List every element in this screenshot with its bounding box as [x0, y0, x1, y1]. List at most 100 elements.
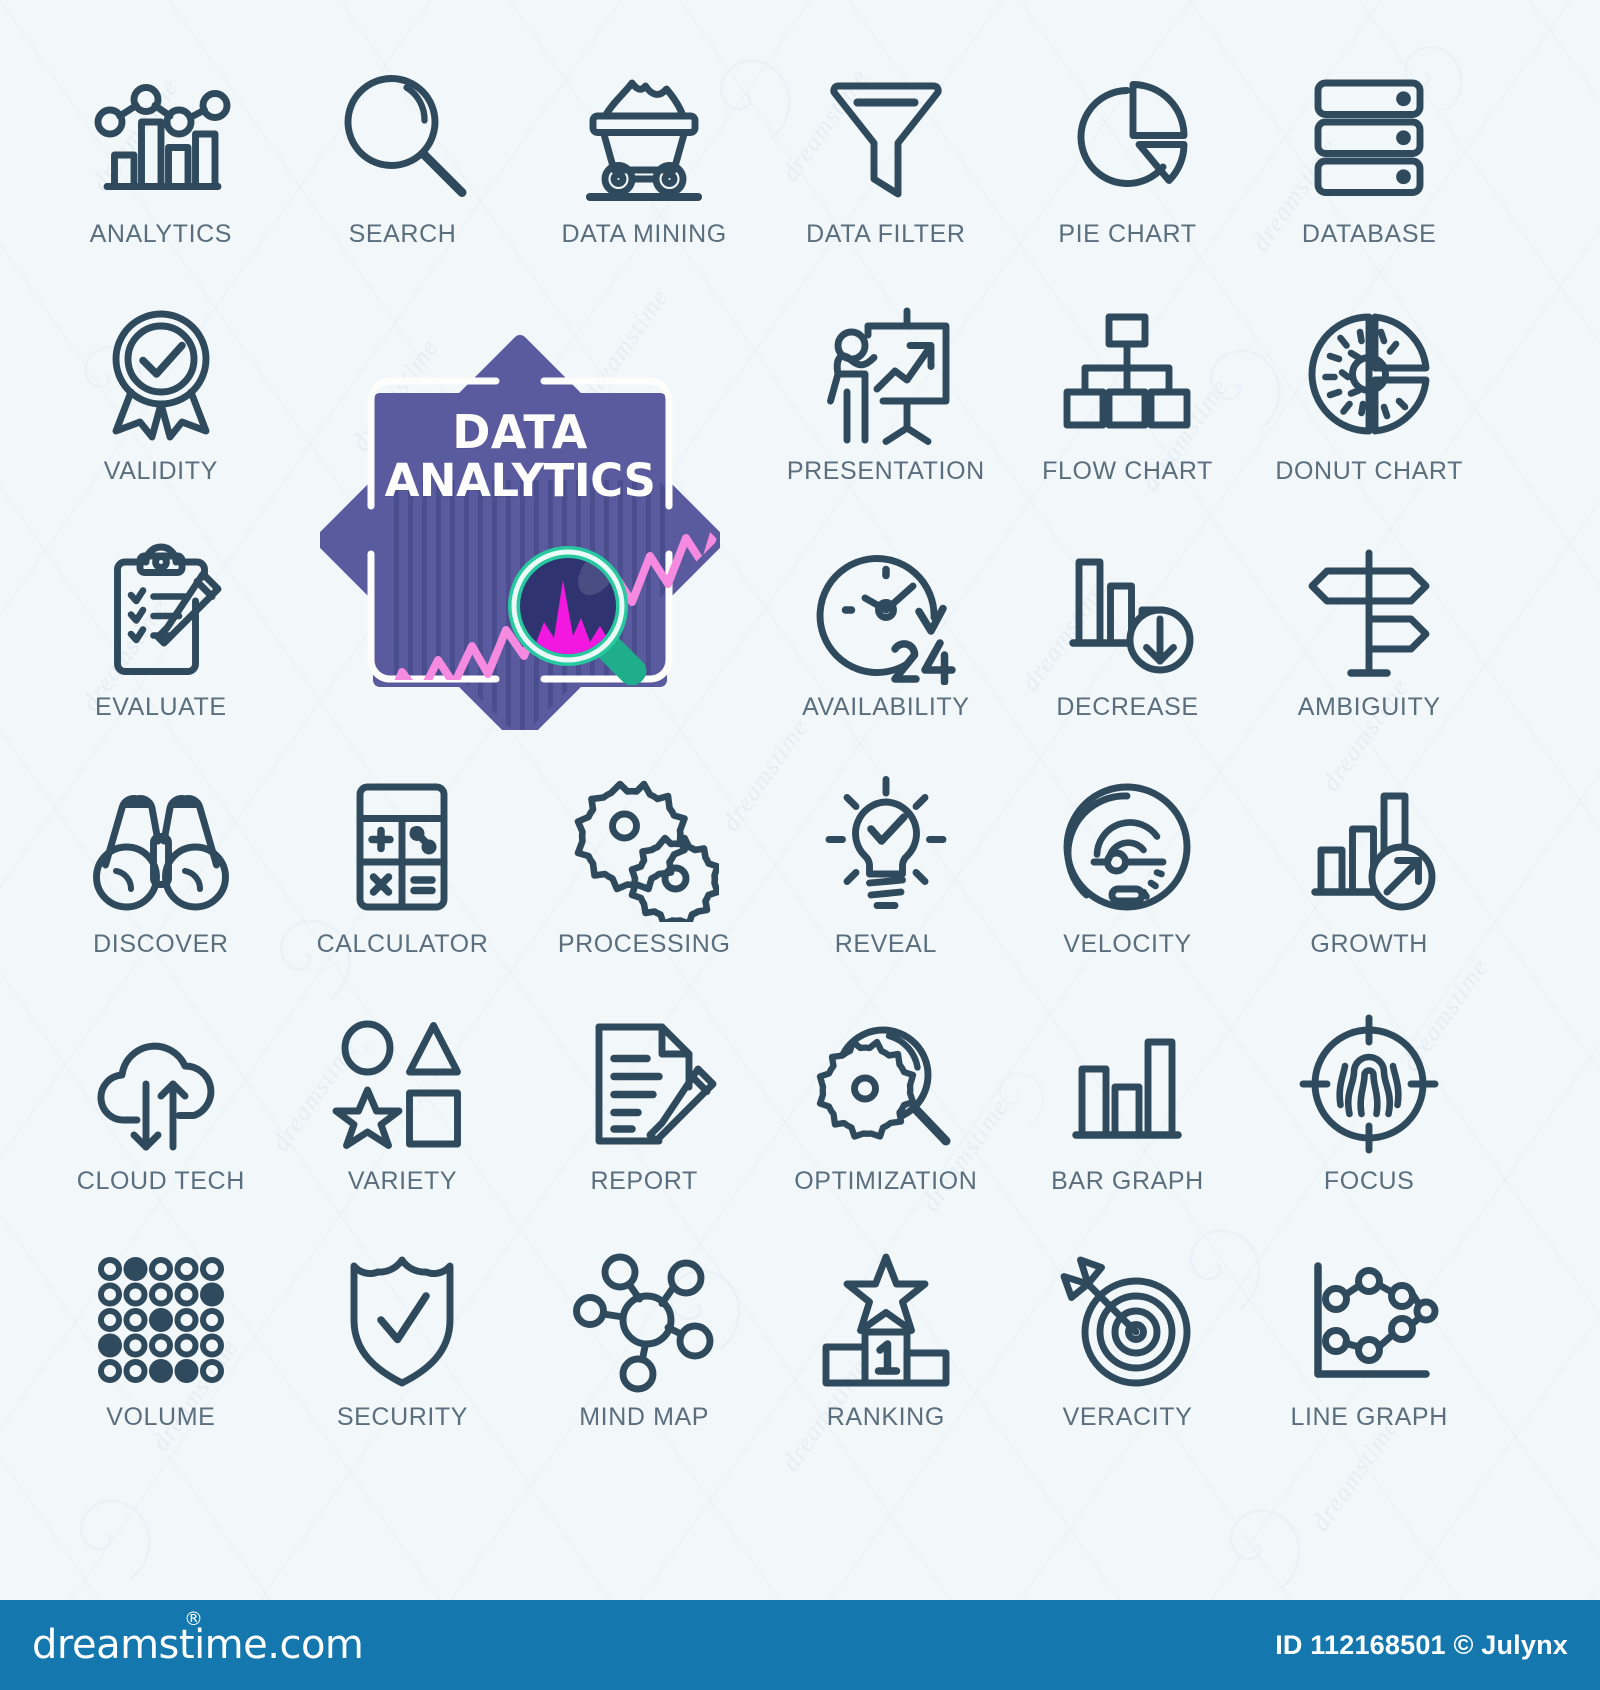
- icon-label: PIE CHART: [1058, 220, 1197, 248]
- binoculars-icon: [86, 772, 236, 922]
- icon-cell-security[interactable]: SECURITY: [282, 1223, 524, 1460]
- icon-cell-pie-chart[interactable]: PIE CHART: [1007, 40, 1249, 277]
- icon-label: BAR GRAPH: [1051, 1166, 1204, 1195]
- watermark-diagonal-line: [1520, 0, 1600, 1690]
- icon-cell-database[interactable]: DATABASE: [1248, 40, 1490, 277]
- icon-cell-growth[interactable]: GROWTH: [1248, 750, 1490, 987]
- icon-cell-line-graph[interactable]: LINE GRAPH: [1248, 1223, 1490, 1460]
- icon-cell-flow-chart[interactable]: FLOW CHART: [1007, 277, 1249, 514]
- award-check-icon: [86, 299, 236, 449]
- icon-label: OPTIMIZATION: [794, 1166, 978, 1195]
- presentation-icon: [811, 299, 961, 449]
- icon-cell-reveal[interactable]: REVEAL: [765, 750, 1007, 987]
- fingerprint-target-icon: [1294, 1009, 1444, 1159]
- icon-label: LINE GRAPH: [1290, 1403, 1448, 1432]
- icon-label: VARIETY: [347, 1166, 458, 1195]
- line-graph-icon: [1294, 1245, 1444, 1395]
- signpost-icon: [1294, 535, 1444, 685]
- icon-sheet: dreamstime dreamstime dreamstime dreamstime…: [0, 0, 1600, 1690]
- icon-label: FLOW CHART: [1042, 456, 1213, 485]
- icon-label: DECREASE: [1056, 693, 1199, 722]
- document-pencil-icon: [569, 1009, 719, 1159]
- bars-down-arrow-icon: [1052, 535, 1202, 685]
- gear-magnifier-icon: [811, 1009, 961, 1159]
- podium-star-icon: [811, 1245, 961, 1395]
- icon-label: REVEAL: [834, 930, 937, 958]
- footer-bar: dreamstime.com ® ID 112168501 © Julynx: [0, 1600, 1600, 1690]
- shapes-icon: [327, 1009, 477, 1159]
- shield-check-icon: [327, 1245, 477, 1395]
- icon-cell-data-mining[interactable]: DATA MINING: [523, 40, 765, 277]
- icon-label: DISCOVER: [93, 930, 229, 958]
- target-arrow-icon: [1052, 1245, 1202, 1395]
- icon-cell-discover[interactable]: DISCOVER: [40, 750, 282, 987]
- icon-cell-ranking[interactable]: RANKING: [765, 1223, 1007, 1460]
- icon-label: SEARCH: [348, 220, 457, 248]
- cloud-sync-icon: [86, 1009, 236, 1159]
- lightbulb-check-icon: [811, 772, 961, 922]
- funnel-icon: [811, 62, 961, 212]
- icon-label: SECURITY: [336, 1403, 469, 1432]
- icon-label: VOLUME: [106, 1403, 216, 1432]
- icon-label: VERACITY: [1062, 1403, 1193, 1432]
- icon-label: EVALUATE: [94, 693, 227, 722]
- icon-cell-search[interactable]: SEARCH: [282, 40, 524, 277]
- icon-cell-veracity[interactable]: VERACITY: [1007, 1223, 1249, 1460]
- icon-cell-availability[interactable]: AVAILABILITY: [765, 513, 1007, 750]
- analytics-icon: [86, 62, 236, 212]
- icon-label: VELOCITY: [1063, 930, 1192, 958]
- mine-cart-icon: [569, 62, 719, 212]
- icon-label: MIND MAP: [579, 1403, 710, 1432]
- icon-label: PROCESSING: [557, 930, 731, 958]
- icon-cell-presentation[interactable]: PRESENTATION: [765, 277, 1007, 514]
- gears-icon: [569, 772, 720, 922]
- watermark-diagonal-line: [1529, 0, 1600, 1690]
- icon-cell-decrease[interactable]: DECREASE: [1007, 513, 1249, 750]
- icon-grid: ANALYTICS SEARCH DATA MINING DATA FILTER…: [40, 40, 1490, 1460]
- donut-chart-icon: [1294, 299, 1444, 449]
- icon-cell-analytics[interactable]: ANALYTICS: [40, 40, 282, 277]
- icon-label: DONUT CHART: [1275, 456, 1463, 485]
- icon-cell-data-filter[interactable]: DATA FILTER: [765, 40, 1007, 277]
- database-icon: [1294, 62, 1444, 212]
- bar-graph-icon: [1052, 1009, 1202, 1159]
- icon-cell-optimization[interactable]: OPTIMIZATION: [765, 987, 1007, 1224]
- icon-cell-volume[interactable]: VOLUME: [40, 1223, 282, 1460]
- icon-label: VALIDITY: [103, 456, 218, 485]
- icon-label: DATA MINING: [561, 220, 727, 248]
- icon-label: PRESENTATION: [786, 456, 985, 485]
- watermark-spiral-icon: [1200, 1490, 1310, 1600]
- clipboard-pencil-icon: [86, 535, 236, 685]
- icon-cell-validity[interactable]: VALIDITY: [40, 277, 282, 514]
- icon-label: AMBIGUITY: [1297, 693, 1441, 722]
- speedometer-icon: [1052, 772, 1202, 922]
- icon-cell-report[interactable]: REPORT: [523, 987, 765, 1224]
- search-icon: [327, 62, 477, 212]
- icon-label: AVAILABILITY: [802, 693, 970, 722]
- icon-label: RANKING: [826, 1403, 945, 1432]
- icon-label: DATABASE: [1301, 220, 1437, 248]
- calculator-icon: [327, 772, 477, 922]
- registered-mark-icon: ®: [184, 1608, 203, 1630]
- icon-cell-evaluate[interactable]: EVALUATE: [40, 513, 282, 750]
- icon-cell-focus[interactable]: FOCUS: [1248, 987, 1490, 1224]
- bars-up-arrow-icon: [1294, 772, 1444, 922]
- dreamstime-logo: dreamstime.com ®: [32, 1608, 364, 1668]
- icon-cell-processing[interactable]: PROCESSING: [523, 750, 765, 987]
- icon-label: DATA FILTER: [806, 220, 966, 248]
- icon-cell-velocity[interactable]: VELOCITY: [1007, 750, 1249, 987]
- watermark-spiral-icon: [50, 1480, 160, 1590]
- data-analytics-badge: DATA ANALYTICS: [320, 330, 720, 730]
- icon-cell-donut-chart[interactable]: DONUT CHART: [1248, 277, 1490, 514]
- mind-map-icon: [569, 1245, 719, 1395]
- icon-cell-calculator[interactable]: CALCULATOR: [282, 750, 524, 987]
- icon-cell-variety[interactable]: VARIETY: [282, 987, 524, 1224]
- icon-cell-bar-graph[interactable]: BAR GRAPH: [1007, 987, 1249, 1224]
- icon-cell-ambiguity[interactable]: AMBIGUITY: [1248, 513, 1490, 750]
- icon-cell-mind-map[interactable]: MIND MAP: [523, 1223, 765, 1460]
- image-credit: ID 112168501 © Julynx: [1275, 1629, 1568, 1660]
- dot-matrix-icon: [86, 1245, 236, 1395]
- icon-cell-cloud-tech[interactable]: CLOUD TECH: [40, 987, 282, 1224]
- pie-chart-icon: [1052, 62, 1202, 212]
- icon-label: CALCULATOR: [316, 930, 489, 958]
